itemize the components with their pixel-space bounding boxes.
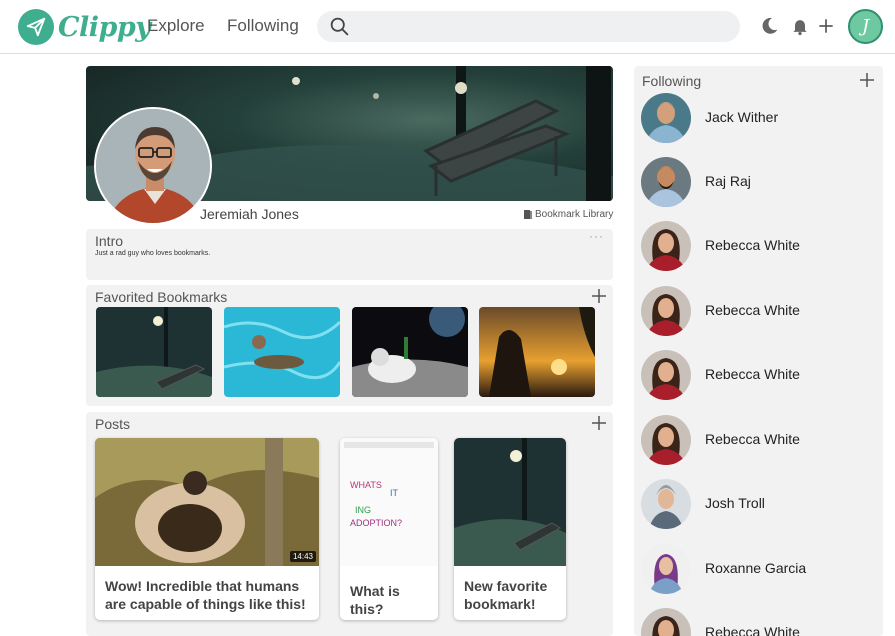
user-avatar[interactable]: J xyxy=(848,9,883,44)
following-item[interactable]: Jack Wither xyxy=(641,93,877,145)
profile-photo[interactable] xyxy=(94,107,212,225)
bell-icon[interactable] xyxy=(790,14,810,38)
following-item[interactable]: Raj Raj xyxy=(641,157,877,209)
following-name: Rebecca White xyxy=(705,366,800,382)
avatar xyxy=(641,479,691,529)
following-item[interactable]: Josh Troll xyxy=(641,479,877,531)
following-sidebar: Following Jack Wither Raj Raj Rebecca Wh… xyxy=(634,66,883,636)
post-video-thumbnail xyxy=(95,438,319,566)
post-image-thumbnail: WHATS IT ING ADOPTION? xyxy=(340,438,438,566)
favorited-bookmarks-card: Favorited Bookmarks xyxy=(86,285,613,406)
post-card[interactable]: 14:43 Wow! Incredible that humans are ca… xyxy=(95,438,319,620)
bookmark-library-link[interactable]: Bookmark Library xyxy=(524,209,613,220)
following-title: Following xyxy=(642,73,702,89)
top-navigation-bar: Clippy Explore Following J xyxy=(0,0,895,54)
following-item[interactable]: Roxanne Garcia xyxy=(641,544,877,596)
following-name: Josh Troll xyxy=(705,495,765,511)
swimmer-photo[interactable] xyxy=(224,307,340,397)
svg-text:WHATS: WHATS xyxy=(350,480,382,490)
favorites-title: Favorited Bookmarks xyxy=(95,289,228,305)
intro-title: Intro xyxy=(95,233,124,249)
avatar xyxy=(641,350,691,400)
avatar xyxy=(641,415,691,465)
following-item[interactable]: Rebecca White xyxy=(641,350,877,402)
avatar xyxy=(641,93,691,143)
intro-text: Just a rad guy who loves bookmarks. xyxy=(95,250,211,257)
avatar xyxy=(641,157,691,207)
avatar xyxy=(641,286,691,336)
following-name: Roxanne Garcia xyxy=(705,560,807,576)
sunset-photo[interactable] xyxy=(479,307,595,397)
following-name: Rebecca White xyxy=(705,431,800,447)
nav-following[interactable]: Following xyxy=(227,16,299,36)
search-input[interactable] xyxy=(357,16,727,37)
post-caption: What is this? xyxy=(350,583,400,617)
post-card[interactable]: WHATS IT ING ADOPTION? What is this? xyxy=(340,438,438,620)
posts-title: Posts xyxy=(95,416,131,432)
bookmark-library-label: Bookmark Library xyxy=(535,209,614,220)
paper-plane-icon xyxy=(18,9,54,45)
add-following-plus-icon[interactable] xyxy=(859,72,875,88)
svg-text:IT: IT xyxy=(390,488,399,498)
search-icon[interactable] xyxy=(329,16,350,37)
following-item[interactable]: Rebecca White xyxy=(641,221,877,273)
add-post-plus-icon[interactable] xyxy=(591,415,607,431)
logo-text: Clippy xyxy=(58,11,151,43)
svg-text:ADOPTION?: ADOPTION? xyxy=(350,518,402,528)
following-name: Jack Wither xyxy=(705,109,779,125)
following-name: Rebecca White xyxy=(705,237,800,253)
nav-explore[interactable]: Explore xyxy=(147,16,205,36)
following-name: Raj Raj xyxy=(705,173,751,189)
avatar xyxy=(641,544,691,594)
following-item[interactable]: Rebecca White xyxy=(641,286,877,338)
create-plus-icon[interactable] xyxy=(816,14,836,38)
clippy-logo[interactable]: Clippy xyxy=(18,9,151,45)
following-name: Rebecca White xyxy=(705,302,800,318)
avatar xyxy=(641,221,691,271)
avatar xyxy=(641,608,691,636)
add-favorite-plus-icon[interactable] xyxy=(591,288,607,304)
post-card[interactable]: New favorite bookmark! xyxy=(454,438,566,620)
moon-icon[interactable] xyxy=(759,14,780,38)
intro-card: Intro ··· Just a rad guy who loves bookm… xyxy=(86,229,613,280)
book-icon xyxy=(524,210,532,219)
post-image-thumbnail xyxy=(454,438,566,566)
post-caption: New favorite bookmark! xyxy=(464,578,548,612)
following-item[interactable]: Rebecca White xyxy=(641,608,877,636)
video-duration: 14:43 xyxy=(289,551,316,562)
posts-card: Posts 14:43 Wow! Incredible that humans … xyxy=(86,412,613,636)
astronaut-photo[interactable] xyxy=(352,307,468,397)
following-name: Rebecca White xyxy=(705,624,800,636)
night-park-photo[interactable] xyxy=(96,307,212,397)
following-item[interactable]: Rebecca White xyxy=(641,415,877,467)
profile-name: Jeremiah Jones xyxy=(200,206,299,222)
post-caption: Wow! Incredible that humans are capable … xyxy=(105,578,306,612)
search-bar[interactable] xyxy=(317,11,740,42)
more-options-icon[interactable]: ··· xyxy=(589,229,604,243)
svg-text:ING: ING xyxy=(355,505,371,515)
